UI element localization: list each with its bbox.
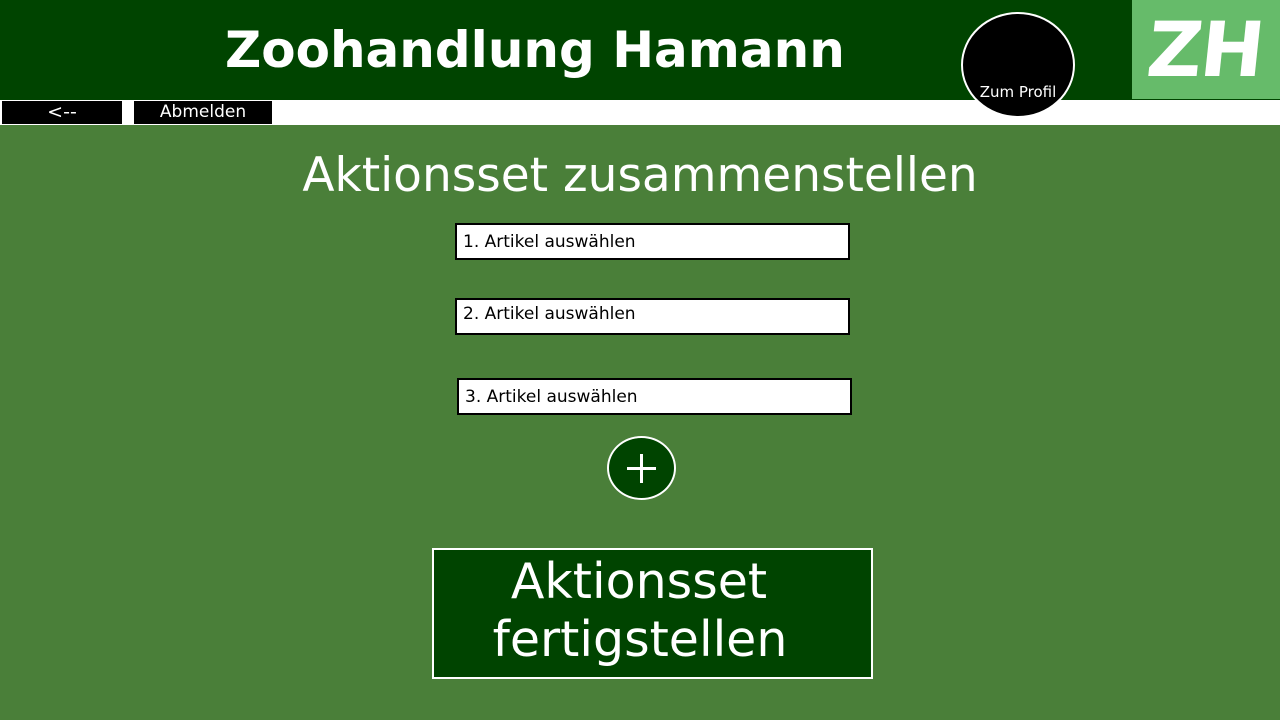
profile-button-label: Zum Profil [979,83,1057,101]
back-button[interactable]: <-- [2,101,122,124]
logo-text: ZH [1143,5,1268,94]
logout-button[interactable]: Abmelden [134,101,272,124]
finish-actionset-button[interactable]: Aktionsset fertigstellen [432,548,873,679]
article-select-1[interactable]: 1. Artikel auswählen [455,223,850,260]
app-header: Zoohandlung Hamann [0,0,1280,100]
brand-title: Zoohandlung Hamann [225,21,845,79]
profile-button[interactable]: Zum Profil [961,12,1075,118]
add-article-button[interactable] [607,436,676,500]
article-select-3[interactable]: 3. Artikel auswählen [457,378,852,415]
plus-icon [627,454,656,483]
page-title: Aktionsset zusammenstellen [302,148,978,203]
finish-button-label-line1: Aktionsset [510,553,768,610]
article-select-2[interactable]: 2. Artikel auswählen [455,298,850,335]
finish-button-label-line2: fertigstellen [492,611,788,668]
